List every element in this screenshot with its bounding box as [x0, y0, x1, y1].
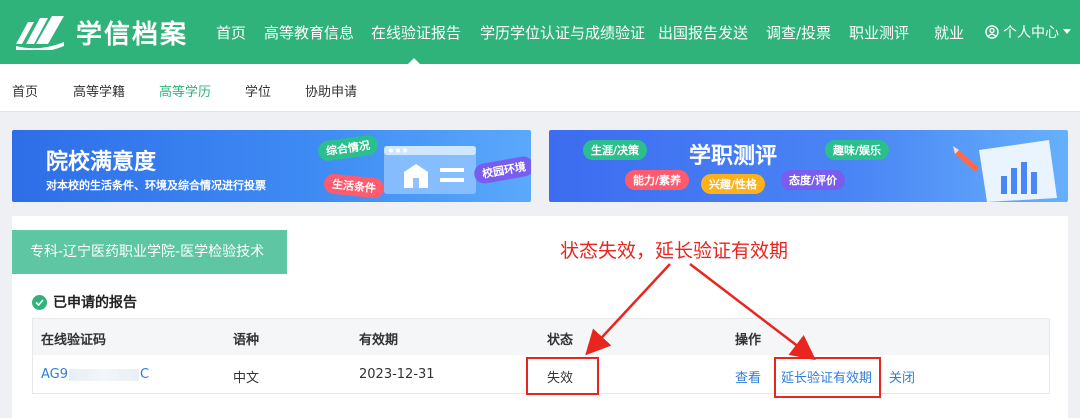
school-program-tab[interactable]: 专科-辽宁医药职业学院-医学检验技术	[12, 230, 287, 274]
school-illustration-icon	[384, 146, 476, 194]
satisfaction-banner[interactable]: 院校满意度 对本校的生活条件、环境及综合情况进行投票 综合情况 生活条件 校园环…	[12, 130, 531, 202]
user-center-label: 个人中心	[1003, 25, 1059, 41]
extend-highlight-box	[774, 357, 881, 398]
expiry-cell: 2023-12-31	[359, 367, 435, 382]
user-icon	[985, 25, 999, 39]
status-highlight-box	[526, 357, 599, 395]
nav-online-verification-report[interactable]: 在线验证报告	[371, 22, 461, 43]
report-card: 专科-辽宁医药职业学院-医学检验技术 状态失效，延长验证有效期 已申请的报告 在…	[12, 216, 1068, 418]
subnav-academic-degree[interactable]: 学位	[245, 81, 271, 100]
header-expiry: 有效期	[359, 333, 399, 348]
applied-reports-heading: 已申请的报告	[32, 292, 137, 312]
nav-home[interactable]: 首页	[216, 22, 246, 43]
xuexin-logo-icon[interactable]	[14, 14, 66, 50]
subnav-home[interactable]: 首页	[12, 81, 38, 100]
nav-career-assessment[interactable]: 职业测评	[849, 22, 909, 43]
nav-employment[interactable]: 就业	[934, 22, 964, 43]
tag-fun-entertainment: 趣味/娱乐	[825, 140, 890, 160]
tag-overall: 综合情况	[316, 133, 380, 163]
sub-nav-bar: 首页 高等学籍 高等学历 学位 协助申请	[0, 64, 1080, 112]
view-link[interactable]: 查看	[735, 367, 761, 386]
nav-overseas-report[interactable]: 出国报告发送	[658, 22, 748, 43]
subnav-assist-apply[interactable]: 协助申请	[305, 81, 357, 100]
table-header: 在线验证码 语种 有效期 状态 操作	[33, 319, 1049, 355]
subnav-higher-enrollment[interactable]: 高等学籍	[73, 81, 125, 100]
code-suffix: C	[140, 367, 150, 382]
header-status: 状态	[547, 333, 574, 348]
masked-code-region	[69, 368, 140, 381]
check-circle-icon	[32, 294, 47, 310]
section-title: 已申请的报告	[53, 295, 137, 311]
code-prefix: AG9	[41, 367, 69, 382]
tag-attitude-evaluation: 态度/评价	[781, 170, 846, 190]
banner-subtitle: 对本校的生活条件、环境及综合情况进行投票	[46, 179, 266, 192]
header-actions: 操作	[735, 333, 762, 348]
brand-name[interactable]: 学信档案	[76, 14, 188, 51]
subnav-higher-degree[interactable]: 高等学历	[159, 81, 211, 100]
tag-interest-personality: 兴趣/性格	[701, 174, 766, 194]
nav-survey-vote[interactable]: 调查/投票	[766, 22, 831, 43]
top-nav-bar: 学信档案 首页 高等教育信息 在线验证报告 学历学位认证与成绩验证 出国报告发送…	[0, 0, 1080, 65]
report-chart-illustration-icon	[953, 140, 1057, 202]
nav-degree-certification[interactable]: 学历学位认证与成绩验证	[480, 22, 645, 43]
annotation-text: 状态失效，延长验证有效期	[560, 240, 789, 262]
career-assessment-banner[interactable]: 生涯/决策 学职测评 趣味/娱乐 能力/素养 兴趣/性格 态度/评价	[549, 130, 1068, 202]
tag-career-decision: 生涯/决策	[583, 140, 648, 160]
tag-ability-literacy: 能力/素养	[625, 170, 690, 190]
header-language: 语种	[233, 333, 260, 348]
verification-code-link[interactable]: AG9 C	[41, 367, 149, 382]
banner-title-career: 学职测评	[689, 144, 778, 169]
tag-living-conditions: 生活条件	[323, 172, 385, 200]
user-center-menu[interactable]: 个人中心	[985, 22, 1071, 42]
banner-title: 院校满意度	[46, 150, 157, 175]
tag-campus-environment: 校园环境	[472, 154, 531, 186]
language-cell: 中文	[233, 371, 260, 386]
nav-higher-education-info[interactable]: 高等教育信息	[264, 22, 354, 43]
close-link[interactable]: 关闭	[889, 367, 915, 386]
header-verification-code: 在线验证码	[41, 333, 107, 348]
chevron-down-icon	[1063, 29, 1071, 34]
